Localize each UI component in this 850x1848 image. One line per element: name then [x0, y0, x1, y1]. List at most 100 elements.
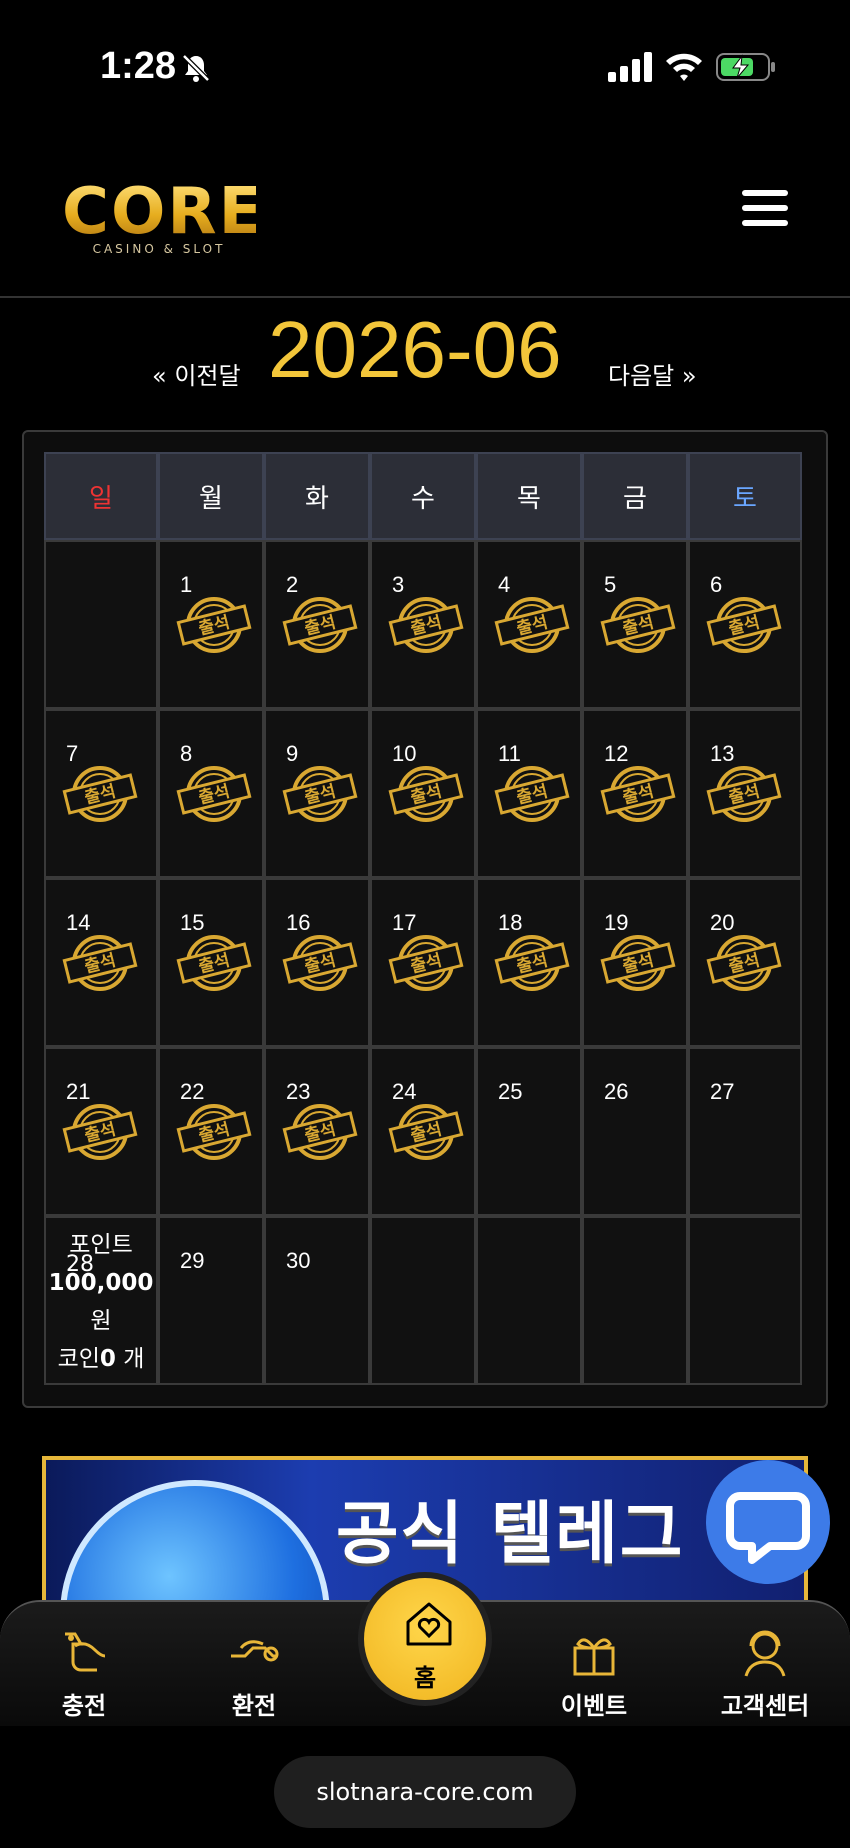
calendar-day-cell[interactable]: 6 출석: [688, 540, 802, 709]
calendar-day-cell[interactable]: 22 출석: [158, 1047, 264, 1216]
attendance-stamp-icon: 출석: [62, 935, 138, 991]
calendar-day-cell[interactable]: 13 출석: [688, 709, 802, 878]
battery-charging-icon: [716, 53, 775, 81]
day-number: 27: [710, 1079, 735, 1104]
calendar-day-cell[interactable]: 29: [158, 1216, 264, 1385]
calendar-day-cell[interactable]: 포인트 100,000 원 코인0 개 28: [44, 1216, 158, 1385]
calendar-day-cell[interactable]: 25: [476, 1047, 582, 1216]
month-title: 2026-06: [268, 305, 562, 394]
points-value: 100,000: [48, 1270, 154, 1296]
calendar-day-cell: [370, 1216, 476, 1385]
weekday-header: 목: [476, 452, 582, 540]
attendance-stamp-icon: 출석: [282, 597, 358, 653]
month-navigation: « 이전달 2026-06 다음달 »: [0, 300, 850, 410]
attendance-stamp-icon: 출석: [600, 766, 676, 822]
calendar-day-cell[interactable]: 4 출석: [476, 540, 582, 709]
calendar-day-cell[interactable]: 7 출석: [44, 709, 158, 878]
calendar-day-cell[interactable]: 2 출석: [264, 540, 370, 709]
calendar-day-cell[interactable]: 10 출석: [370, 709, 476, 878]
calendar-day-cell[interactable]: 8 출석: [158, 709, 264, 878]
day-number: 26: [604, 1079, 629, 1104]
nav-support[interactable]: 고객센터: [705, 1626, 825, 1726]
cellular-signal-icon: [608, 52, 652, 82]
calendar-day-cell[interactable]: 5 출석: [582, 540, 688, 709]
calendar-day-cell[interactable]: 24 출석: [370, 1047, 476, 1216]
nav-home-button[interactable]: 홈: [358, 1572, 492, 1706]
exchange-icon: [231, 1640, 279, 1662]
attendance-stamp-icon: 출석: [600, 597, 676, 653]
calendar-day-cell[interactable]: 20 출석: [688, 878, 802, 1047]
calendar-day-cell: [44, 540, 158, 709]
nav-charge-label: 충전: [61, 1692, 107, 1720]
attendance-stamp-icon: 출석: [176, 597, 252, 653]
calendar-day-cell[interactable]: 19 출석: [582, 878, 688, 1047]
telegram-logo-icon: [60, 1480, 330, 1602]
calendar-day-cell[interactable]: 16 출석: [264, 878, 370, 1047]
nav-exchange[interactable]: 환전: [194, 1626, 314, 1726]
points-summary: 포인트 100,000 원 코인0 개: [46, 1226, 156, 1378]
nav-event[interactable]: 이벤트: [534, 1626, 654, 1726]
attendance-stamp-icon: 출석: [706, 935, 782, 991]
nav-home-label: 홈: [413, 1664, 437, 1692]
calendar-day-cell[interactable]: 11 출석: [476, 709, 582, 878]
headset-icon: [744, 1630, 786, 1677]
bell-muted-icon: [182, 54, 210, 82]
day-number: 30: [286, 1248, 311, 1273]
core-logo[interactable]: CORE CASINO & SLOT: [62, 175, 265, 256]
calendar-day-cell[interactable]: 3 출석: [370, 540, 476, 709]
attendance-stamp-icon: 출석: [600, 935, 676, 991]
status-bar: 1:28: [0, 0, 850, 140]
calendar-day-cell: [582, 1216, 688, 1385]
attendance-calendar: 일 월 화 수 목 금 토 1 출석 2 출석 3 출석 4 출석 5 출석 6 출석 7 출석 8 출석 9 출석 10 출석 11…: [22, 430, 828, 1408]
attendance-stamp-icon: 출석: [62, 1104, 138, 1160]
calendar-day-cell[interactable]: 23 출석: [264, 1047, 370, 1216]
attendance-stamp-icon: 출석: [388, 766, 464, 822]
calendar-day-cell[interactable]: 27: [688, 1047, 802, 1216]
attendance-stamp-icon: 출석: [706, 597, 782, 653]
weekday-header: 화: [264, 452, 370, 540]
nav-exchange-label: 환전: [231, 1692, 277, 1720]
status-time: 1:28: [100, 45, 177, 87]
nav-charge[interactable]: 충전: [24, 1626, 144, 1726]
hamburger-menu-icon[interactable]: [742, 190, 788, 232]
calendar-day-cell[interactable]: 18 출석: [476, 878, 582, 1047]
attendance-stamp-icon: 출석: [176, 1104, 252, 1160]
attendance-stamp-icon: 출석: [388, 935, 464, 991]
browser-url-bar[interactable]: slotnara-core.com: [274, 1756, 576, 1828]
logo-text: CORE: [62, 175, 265, 249]
weekday-header: 토: [688, 452, 802, 540]
calendar-day-cell[interactable]: 9 출석: [264, 709, 370, 878]
charge-icon: [65, 1632, 106, 1672]
calendar-day-cell[interactable]: 15 출석: [158, 878, 264, 1047]
day-number: 25: [498, 1079, 523, 1104]
nav-support-label: 고객센터: [720, 1692, 810, 1720]
attendance-stamp-icon: 출석: [388, 597, 464, 653]
attendance-stamp-icon: 출석: [494, 597, 570, 653]
attendance-stamp-icon: 출석: [282, 1104, 358, 1160]
coin-label: 코인: [57, 1346, 100, 1372]
weekday-header: 금: [582, 452, 688, 540]
attendance-stamp-icon: 출석: [62, 766, 138, 822]
site-header: CORE CASINO & SLOT: [0, 150, 850, 298]
prev-month-link[interactable]: « 이전달: [152, 356, 241, 391]
wifi-icon: [666, 53, 702, 81]
points-unit: 원: [90, 1308, 112, 1334]
calendar-day-cell: [476, 1216, 582, 1385]
calendar-day-cell[interactable]: 21 출석: [44, 1047, 158, 1216]
weekday-header: 일: [44, 452, 158, 540]
attendance-stamp-icon: 출석: [494, 935, 570, 991]
calendar-day-cell[interactable]: 12 출석: [582, 709, 688, 878]
calendar-day-cell[interactable]: 14 출석: [44, 878, 158, 1047]
calendar-day-cell[interactable]: 26: [582, 1047, 688, 1216]
calendar-day-cell[interactable]: 1 출석: [158, 540, 264, 709]
calendar-day-cell[interactable]: 30: [264, 1216, 370, 1385]
coin-unit: 개: [123, 1346, 145, 1372]
attendance-stamp-icon: 출석: [388, 1104, 464, 1160]
weekday-header: 수: [370, 452, 476, 540]
calendar-grid: 일 월 화 수 목 금 토 1 출석 2 출석 3 출석 4 출석 5 출석 6 출석 7 출석 8 출석 9 출석 10 출석 11…: [44, 452, 806, 1385]
gift-icon: [573, 1638, 615, 1676]
calendar-day-cell[interactable]: 17 출석: [370, 878, 476, 1047]
weekday-header: 월: [158, 452, 264, 540]
next-month-link[interactable]: 다음달 »: [608, 356, 697, 391]
live-chat-button[interactable]: [706, 1460, 830, 1584]
